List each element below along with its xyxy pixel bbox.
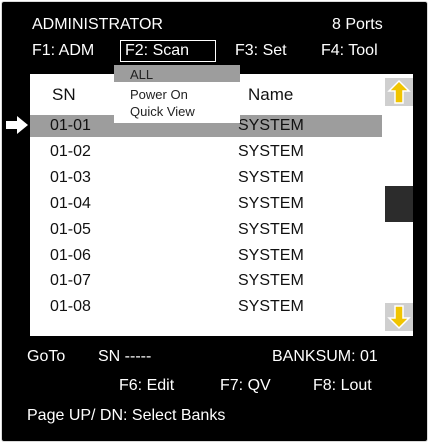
list-item[interactable]: 01-04 SYSTEM <box>30 193 382 215</box>
goto-label: GoTo <box>27 348 66 365</box>
port-sn: 01-08 <box>50 298 91 316</box>
ports-count: 8 Ports <box>332 16 383 33</box>
port-sn: 01-06 <box>50 246 91 264</box>
page-updn-hint: Page UP/ DN: Select Banks <box>27 407 226 424</box>
screen-title: ADMINISTRATOR <box>32 16 163 33</box>
scrollbar-thumb[interactable] <box>385 186 413 222</box>
right-arrow-icon <box>6 116 28 134</box>
menu-f3-set[interactable]: F3: Set <box>235 42 287 60</box>
port-name: SYSTEM <box>238 220 304 238</box>
scan-option-all[interactable]: ALL <box>130 67 153 82</box>
osd-screen: ADMINISTRATOR 8 Ports F1: ADM F2: Scan F… <box>1 1 428 442</box>
list-item[interactable]: 01-06 SYSTEM <box>30 245 382 267</box>
f7-qv-key[interactable]: F7: QV <box>220 377 271 395</box>
column-header-name: Name <box>248 85 294 104</box>
port-sn: 01-01 <box>50 117 91 134</box>
port-sn: 01-05 <box>50 220 91 238</box>
menu-f1-adm[interactable]: F1: ADM <box>32 42 94 60</box>
port-name: SYSTEM <box>238 142 304 160</box>
list-item[interactable]: 01-03 SYSTEM <box>30 167 382 189</box>
list-item[interactable]: 01-07 SYSTEM <box>30 270 382 292</box>
f8-lout-key[interactable]: F8: Lout <box>313 377 372 395</box>
scan-option-quick-view[interactable]: Quick View <box>130 104 195 119</box>
port-name: SYSTEM <box>238 117 304 134</box>
goto-sn-field[interactable]: SN ----- <box>98 348 151 366</box>
port-name: SYSTEM <box>238 298 304 316</box>
menu-f4-tool[interactable]: F4: Tool <box>321 42 378 60</box>
port-name: SYSTEM <box>238 194 304 212</box>
column-header-sn: SN <box>52 85 76 104</box>
up-arrow-icon <box>387 79 411 104</box>
port-sn: 01-02 <box>50 142 91 160</box>
scan-dropdown-menu: ALL Power On Quick View <box>114 65 240 123</box>
menu-f2-scan[interactable]: F2: Scan <box>125 42 189 60</box>
port-sn: 01-03 <box>50 168 91 186</box>
scroll-up-button[interactable] <box>385 78 413 106</box>
f6-edit-key[interactable]: F6: Edit <box>119 377 174 395</box>
scan-option-power-on[interactable]: Power On <box>130 87 188 102</box>
port-sn: 01-07 <box>50 272 91 290</box>
port-name: SYSTEM <box>238 168 304 186</box>
list-item[interactable]: 01-08 SYSTEM <box>30 296 382 318</box>
port-name: SYSTEM <box>238 246 304 264</box>
scroll-down-button[interactable] <box>385 303 413 331</box>
down-arrow-icon <box>387 305 411 330</box>
list-item[interactable]: 01-05 SYSTEM <box>30 219 382 241</box>
banksum-value: BANKSUM: 01 <box>272 348 378 365</box>
list-scrollbar[interactable] <box>385 74 413 336</box>
port-name: SYSTEM <box>238 272 304 290</box>
list-item[interactable]: 01-02 SYSTEM <box>30 141 382 163</box>
port-sn: 01-04 <box>50 194 91 212</box>
